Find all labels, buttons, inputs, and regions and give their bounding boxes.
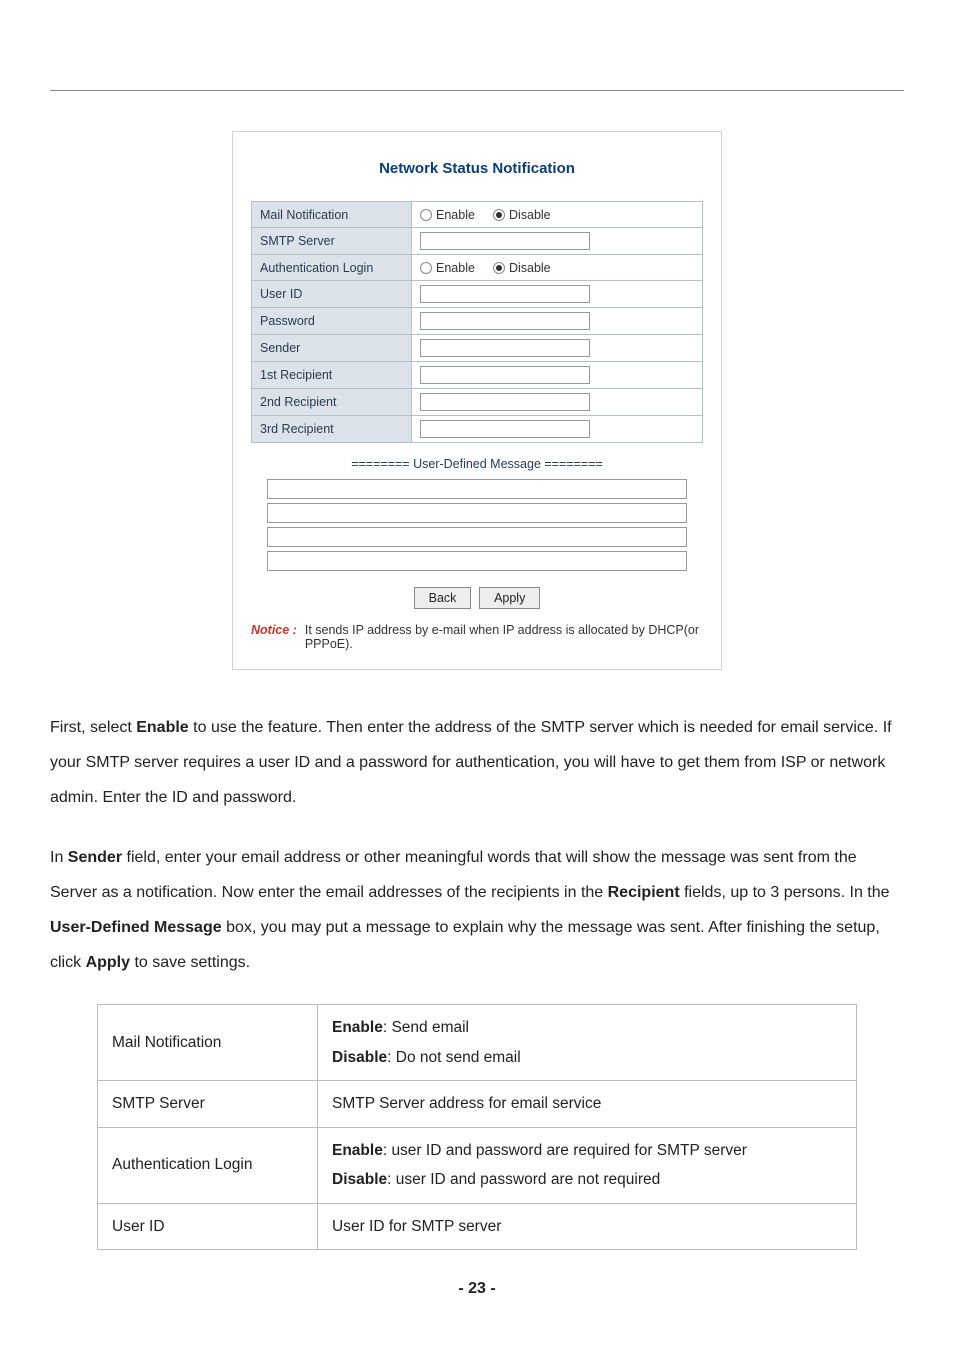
password-input[interactable] [420,312,590,330]
user-defined-message-boxes [251,479,703,571]
info-key-smtp-server: SMTP Server [98,1081,318,1127]
notice-label: Notice : [251,623,297,651]
label-2nd-recipient: 2nd Recipient [252,389,412,416]
label-sender: Sender [252,335,412,362]
smtp-server-input[interactable] [420,232,590,250]
label-1st-recipient: 1st Recipient [252,362,412,389]
sender-input[interactable] [420,339,590,357]
info-key-auth-login: Authentication Login [98,1127,318,1203]
recipient-3-input[interactable] [420,420,590,438]
paragraph-2: In Sender field, enter your email addres… [50,840,904,981]
field-mail-notification: Enable Disable [412,202,703,228]
udm-line-3[interactable] [267,527,687,547]
user-id-input[interactable] [420,285,590,303]
notice-row: Notice : It sends IP address by e-mail w… [251,623,703,651]
udm-line-2[interactable] [267,503,687,523]
label-password: Password [252,308,412,335]
label-3rd-recipient: 3rd Recipient [252,416,412,443]
info-val-smtp-server: SMTP Server address for email service [318,1081,857,1127]
udm-line-1[interactable] [267,479,687,499]
paragraph-1: First, select Enable to use the feature.… [50,710,904,816]
info-key-user-id: User ID [98,1203,318,1249]
field-auth-login: Enable Disable [412,255,703,281]
udm-line-4[interactable] [267,551,687,571]
info-val-user-id: User ID for SMTP server [318,1203,857,1249]
info-val-auth-login: Enable: user ID and password are require… [318,1127,857,1203]
info-key-mail-notification: Mail Notification [98,1005,318,1081]
settings-table: Mail Notification Enable Disable SMTP Se… [251,201,703,443]
label-smtp-server: SMTP Server [252,228,412,255]
info-table: Mail Notification Enable: Send email Dis… [97,1004,857,1250]
label-user-id: User ID [252,281,412,308]
dialog-title: Network Status Notification [251,160,703,177]
radio-mail-disable[interactable]: Disable [493,208,551,222]
network-status-dialog: Network Status Notification Mail Notific… [232,131,722,670]
recipient-2-input[interactable] [420,393,590,411]
page-number: - 23 - [50,1280,904,1298]
info-val-mail-notification: Enable: Send email Disable: Do not send … [318,1005,857,1081]
apply-button[interactable]: Apply [479,587,540,609]
radio-auth-disable[interactable]: Disable [493,261,551,275]
notice-text: It sends IP address by e-mail when IP ad… [305,623,703,651]
label-mail-notification: Mail Notification [252,202,412,228]
radio-auth-enable[interactable]: Enable [420,261,475,275]
label-auth-login: Authentication Login [252,255,412,281]
back-button[interactable]: Back [414,587,472,609]
user-defined-message-title: ======== User-Defined Message ======== [251,457,703,471]
radio-mail-enable[interactable]: Enable [420,208,475,222]
recipient-1-input[interactable] [420,366,590,384]
